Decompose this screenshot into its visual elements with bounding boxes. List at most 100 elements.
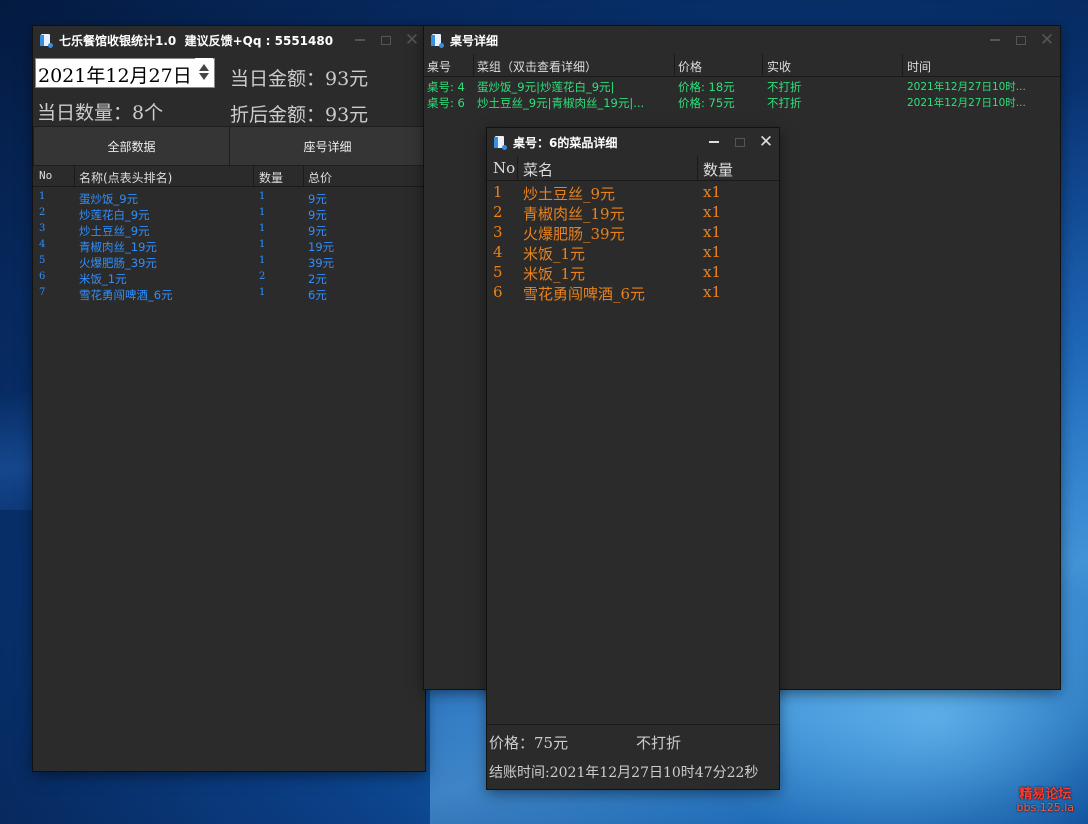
dish-window-titlebar[interactable]: 桌号：6的菜品详细 ✕ xyxy=(487,128,779,156)
row-qty: 1 xyxy=(259,191,266,202)
main-window: 七乐餐馆收银统计1.0 建议反馈+Qq : 5551480 ✕ 2021年12月… xyxy=(33,26,426,771)
table-row[interactable]: 2 炒莲花白_9元 1 9元 xyxy=(33,207,425,223)
seat-detail-button[interactable]: 座号详细 xyxy=(229,126,426,166)
col-header-no[interactable]: No xyxy=(493,159,515,177)
col-header-no[interactable]: No xyxy=(39,169,52,182)
table-row[interactable]: 4 青椒肉丝_19元 1 19元 xyxy=(33,239,425,255)
row-no: 2 xyxy=(39,207,46,218)
table-row[interactable]: 1 炒土豆丝_9元 x1 xyxy=(487,183,779,203)
col-divider[interactable] xyxy=(473,54,474,76)
table-row[interactable]: 7 雪花勇闯啤酒_6元 1 6元 xyxy=(33,287,425,303)
col-header-dish-name[interactable]: 菜名 xyxy=(523,159,553,180)
row-qty: 1 xyxy=(259,255,266,266)
dish-detail-list[interactable]: No 菜名 数量 1 炒土豆丝_9元 x1 2 青椒肉丝_19元 x1 3 火爆肥肠_39元 x… xyxy=(487,156,779,725)
col-divider[interactable] xyxy=(253,166,254,186)
watermark-title: 精易论坛 xyxy=(1019,786,1072,802)
maximize-button[interactable] xyxy=(1008,26,1034,54)
table-row[interactable]: 桌号: 6 炒土豆丝_9元|青椒肉丝_19元|... 价格: 75元 不打折 2021年… xyxy=(424,95,1060,111)
col-header-table[interactable]: 桌号 xyxy=(427,58,451,75)
discount-amount: 折后金额：93元 xyxy=(230,104,369,126)
table-window-titlebar[interactable]: 桌号详细 ✕ xyxy=(424,26,1060,54)
price-label: 价格：75元 xyxy=(489,734,569,752)
table-row[interactable]: 6 米饭_1元 2 2元 xyxy=(33,271,425,287)
col-header-price[interactable]: 价格 xyxy=(678,58,702,75)
col-header-total[interactable]: 总价 xyxy=(308,169,332,186)
table-row[interactable]: 6 雪花勇闯啤酒_6元 x1 xyxy=(487,283,779,303)
table-row[interactable]: 2 青椒肉丝_19元 x1 xyxy=(487,203,779,223)
row-dish-name: 雪花勇闯啤酒_6元 xyxy=(523,285,646,303)
main-window-title: 七乐餐馆收银统计1.0 建议反馈+Qq : 5551480 xyxy=(59,33,334,48)
row-dish-name: 火爆肥肠_39元 xyxy=(523,225,625,243)
col-divider[interactable] xyxy=(902,54,903,76)
spin-down-icon[interactable] xyxy=(199,73,209,80)
table-row[interactable]: 5 米饭_1元 x1 xyxy=(487,263,779,283)
row-dish-name: 米饭_1元 xyxy=(523,245,586,263)
spin-up-icon[interactable] xyxy=(199,64,209,71)
table-row[interactable]: 1 蛋炒饭_9元 1 9元 xyxy=(33,191,425,207)
close-button[interactable]: ✕ xyxy=(399,26,425,54)
col-header-qty[interactable]: 数量 xyxy=(703,159,733,180)
list-rows: 1 蛋炒饭_9元 1 9元 2 炒莲花白_9元 1 9元 3 炒土豆丝_9元 1 9元 4 青椒肉丝_19… xyxy=(33,187,425,303)
row-dish-name: 米饭_1元 xyxy=(79,272,127,286)
all-data-button[interactable]: 全部数据 xyxy=(33,126,230,166)
table-row[interactable]: 3 火爆肥肠_39元 x1 xyxy=(487,223,779,243)
row-time: 2021年12月27日10时... xyxy=(907,81,1026,93)
main-window-titlebar[interactable]: 七乐餐馆收银统计1.0 建议反馈+Qq : 5551480 ✕ xyxy=(33,26,425,54)
col-divider[interactable] xyxy=(697,156,698,180)
table-row[interactable]: 3 炒土豆丝_9元 1 9元 xyxy=(33,223,425,239)
row-no: 7 xyxy=(39,287,46,298)
col-header-paid[interactable]: 实收 xyxy=(767,58,791,75)
dish-list[interactable]: No 名称(点表头排名) 数量 总价 1 蛋炒饭_9元 1 9元 2 炒莲花白_9元 1 9元… xyxy=(33,166,425,771)
row-time: 2021年12月27日10时... xyxy=(907,97,1026,109)
row-dishes: 蛋炒饭_9元|炒莲花白_9元| xyxy=(477,80,615,94)
row-qty: x1 xyxy=(703,243,722,261)
col-divider[interactable] xyxy=(762,54,763,76)
col-header-time[interactable]: 时间 xyxy=(907,58,931,75)
col-header-name[interactable]: 名称(点表头排名) xyxy=(79,169,172,186)
row-total: 2元 xyxy=(308,272,327,286)
table-row[interactable]: 4 米饭_1元 x1 xyxy=(487,243,779,263)
row-total: 9元 xyxy=(308,192,327,206)
table-list-rows: 桌号: 4 蛋炒饭_9元|炒莲花白_9元| 价格: 18元 不打折 2021年12月27… xyxy=(424,77,1060,111)
watermark-url: bbs.125.la xyxy=(1016,800,1074,814)
row-qty: 2 xyxy=(259,271,266,282)
col-divider[interactable] xyxy=(674,54,675,76)
minimize-button[interactable] xyxy=(347,26,373,54)
row-qty: 1 xyxy=(259,287,266,298)
maximize-button[interactable] xyxy=(727,128,753,156)
watermark-logo: 精易论坛 bbs.125.la xyxy=(1016,786,1074,814)
col-divider[interactable] xyxy=(74,166,75,186)
col-divider[interactable] xyxy=(303,166,304,186)
row-total: 39元 xyxy=(308,256,335,270)
row-dish-name: 火爆肥肠_39元 xyxy=(79,256,157,270)
app-icon xyxy=(40,33,53,48)
row-no: 1 xyxy=(493,183,503,201)
row-qty: x1 xyxy=(703,183,722,201)
minimize-button[interactable] xyxy=(982,26,1008,54)
maximize-button[interactable] xyxy=(373,26,399,54)
dish-window-title: 桌号：6的菜品详细 xyxy=(513,135,618,150)
col-header-dishes[interactable]: 菜组（双击查看详细） xyxy=(477,58,597,75)
table-row[interactable]: 5 火爆肥肠_39元 1 39元 xyxy=(33,255,425,271)
app-icon xyxy=(494,135,507,150)
row-dish-name: 米饭_1元 xyxy=(523,265,586,283)
row-table: 桌号: 4 xyxy=(427,80,465,94)
row-qty: 1 xyxy=(259,223,266,234)
col-header-qty[interactable]: 数量 xyxy=(259,169,283,186)
row-dish-name: 雪花勇闯啤酒_6元 xyxy=(79,288,173,302)
table-row[interactable]: 桌号: 4 蛋炒饭_9元|炒莲花白_9元| 价格: 18元 不打折 2021年12月27… xyxy=(424,79,1060,95)
discount-label: 不打折 xyxy=(636,734,682,752)
minimize-button[interactable] xyxy=(701,128,727,156)
table-window-title: 桌号详细 xyxy=(450,33,499,48)
close-button[interactable]: ✕ xyxy=(753,128,779,156)
row-dish-name: 蛋炒饭_9元 xyxy=(79,192,139,206)
row-total: 9元 xyxy=(308,208,327,222)
close-button[interactable]: ✕ xyxy=(1034,26,1060,54)
row-qty: x1 xyxy=(703,283,722,301)
row-qty: 1 xyxy=(259,207,266,218)
row-no: 3 xyxy=(39,223,46,234)
row-qty: x1 xyxy=(703,203,722,221)
date-spinner[interactable] xyxy=(195,58,213,86)
col-divider[interactable] xyxy=(517,156,518,180)
date-picker[interactable]: 2021年12月27日 xyxy=(35,58,215,88)
